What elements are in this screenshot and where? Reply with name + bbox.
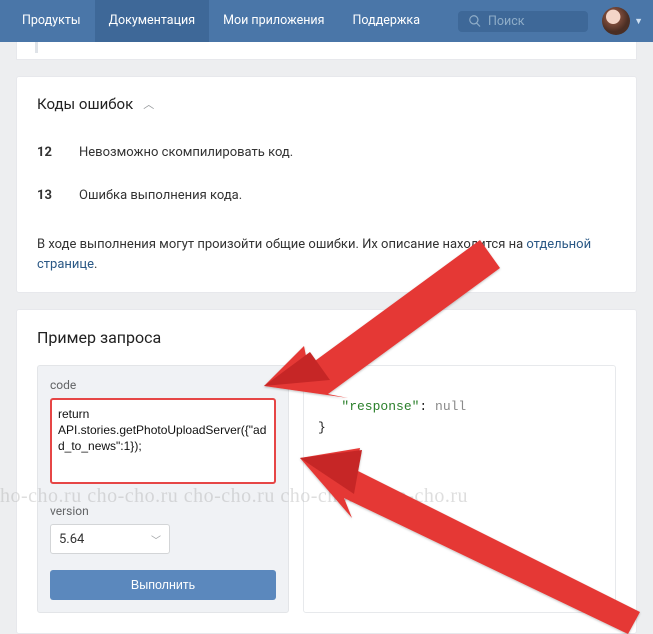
response-panel: { "response": null } <box>303 365 616 613</box>
chevron-down-icon: ▼ <box>634 16 643 27</box>
nav-documentation[interactable]: Документация <box>95 0 210 42</box>
errors-card: Коды ошибок ︿ 12 Невозможно скомпилирова… <box>16 76 637 293</box>
error-text: Невозможно скомпилировать код. <box>79 145 293 160</box>
user-menu[interactable]: ▼ <box>602 7 653 35</box>
chevron-up-icon: ︿ <box>143 96 154 112</box>
errors-title-text: Коды ошибок <box>37 95 133 113</box>
json-sep: : <box>419 399 435 414</box>
error-text: Ошибка выполнения кода. <box>79 188 242 203</box>
error-code: 13 <box>37 188 59 203</box>
errors-footer-prefix: В ходе выполнения могут произойти общие … <box>37 237 526 252</box>
avatar <box>602 7 630 35</box>
nav-support[interactable]: Поддержка <box>338 0 434 42</box>
error-code: 12 <box>37 145 59 160</box>
errors-footer: В ходе выполнения могут произойти общие … <box>37 217 616 274</box>
errors-title[interactable]: Коды ошибок ︿ <box>37 95 616 113</box>
nav-myapps[interactable]: Мои приложения <box>209 0 338 42</box>
error-row: 13 Ошибка выполнения кода. <box>37 174 616 217</box>
version-value: 5.64 <box>59 532 84 547</box>
code-label: code <box>50 378 276 392</box>
example-card: Пример запроса code version 5.64 ﹀ Выпол… <box>16 309 637 634</box>
version-label: version <box>50 504 276 518</box>
nav-products[interactable]: Продукты <box>8 0 95 42</box>
search-input[interactable]: Поиск <box>458 11 588 32</box>
search-icon <box>468 14 482 28</box>
json-brace: } <box>318 420 326 435</box>
content-top-strip <box>16 42 637 60</box>
example-title: Пример запроса <box>37 328 616 347</box>
top-nav: Продукты Документация Мои приложения Под… <box>0 0 653 42</box>
errors-footer-suffix: . <box>94 257 97 272</box>
json-key: "response" <box>341 399 419 414</box>
search-placeholder: Поиск <box>488 14 525 29</box>
error-row: 12 Невозможно скомпилировать код. <box>37 131 616 174</box>
chevron-down-icon: ﹀ <box>151 532 161 547</box>
json-value: null <box>435 399 466 414</box>
params-panel: code version 5.64 ﹀ Выполнить <box>37 365 289 613</box>
version-select[interactable]: 5.64 ﹀ <box>50 524 170 554</box>
execute-button[interactable]: Выполнить <box>50 570 276 600</box>
json-brace: { <box>318 378 326 393</box>
code-input[interactable] <box>50 398 276 484</box>
